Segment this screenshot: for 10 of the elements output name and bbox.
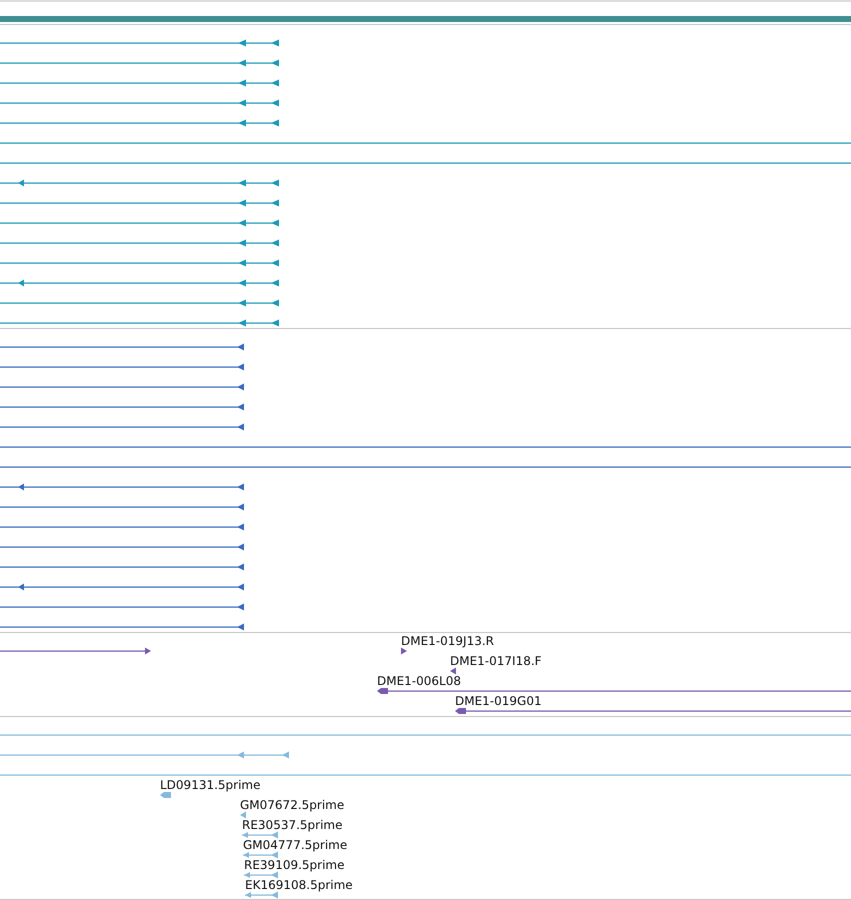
feature-label: EK169108.5prime bbox=[245, 878, 353, 892]
feature-label: DME1-006L08 bbox=[377, 674, 461, 688]
feature-label: RE30537.5prime bbox=[242, 818, 342, 832]
feature-label: DME1-017I18.F bbox=[450, 654, 542, 668]
feature-label: LD09131.5prime bbox=[160, 778, 261, 792]
feature-label: DME1-019G01 bbox=[455, 694, 542, 708]
feature-label: DME1-019J13.R bbox=[401, 634, 494, 648]
feature-label: GM07672.5prime bbox=[240, 798, 344, 812]
feature-label: GM04777.5prime bbox=[243, 838, 348, 852]
feature-label: RE39109.5prime bbox=[244, 858, 344, 872]
